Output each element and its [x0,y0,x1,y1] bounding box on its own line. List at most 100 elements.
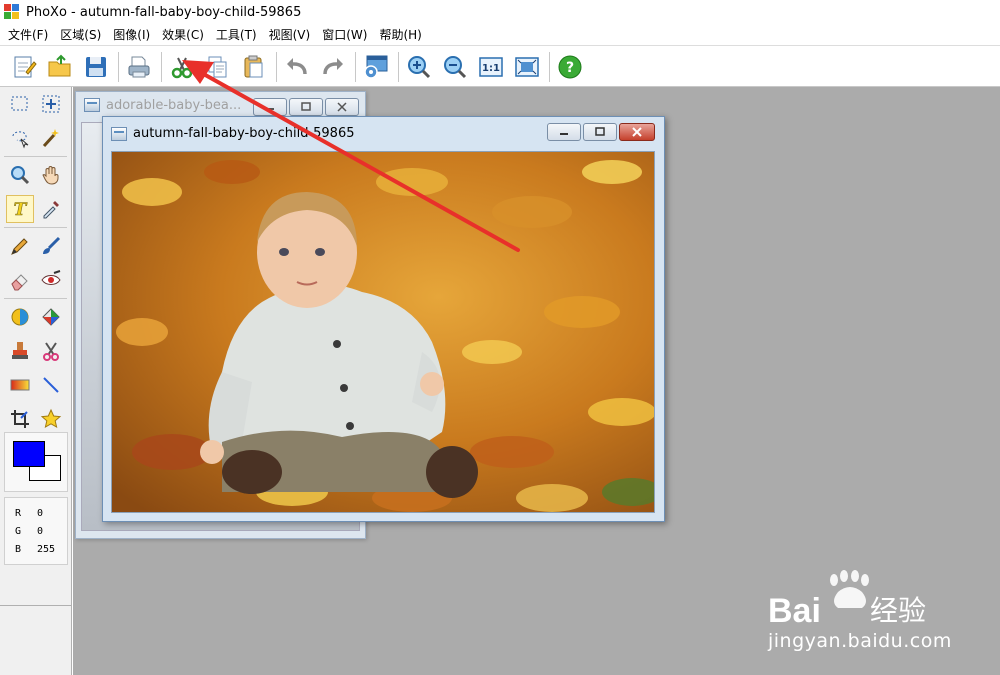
tool-row [0,263,71,297]
red-eye-tool[interactable] [37,266,65,294]
eraser-icon [11,274,28,291]
actual-size-label: 1:1 [482,63,500,74]
brush-icon [43,236,61,254]
menu-bar: 文件(F) 区域(S) 图像(I) 效果(C) 工具(T) 视图(V) 窗口(W… [0,24,1000,46]
zoom-out-icon [444,55,467,78]
rect-select-icon [11,96,28,111]
copy-button[interactable] [202,51,234,83]
menu-image[interactable]: 图像(I) [109,26,158,43]
maximize-button[interactable] [289,98,323,116]
gradient-tool[interactable] [6,371,34,399]
cut-button[interactable] [166,51,198,83]
red-eye-icon [41,270,61,285]
actual-size-icon: 1:1 [479,56,503,77]
redo-button[interactable] [317,51,349,83]
paste-icon [244,55,263,77]
help-button[interactable]: ? [554,51,586,83]
copy-icon [208,56,227,77]
zoom-in-icon [408,55,431,78]
lasso-select-tool[interactable] [6,124,34,152]
minimize-icon [266,108,274,110]
toolbox-divider [0,605,72,606]
rgb-value: 0 [37,507,44,519]
toolbar-separator [549,51,550,82]
text-tool-label: T [13,200,27,220]
maximize-icon [595,127,605,136]
window-titlebar[interactable]: autumn-fall-baby-boy-child-59865 [103,117,664,150]
text-tool[interactable]: T [5,195,34,223]
menu-file[interactable]: 文件(F) [4,26,56,43]
window-controls [251,98,359,116]
menu-effects[interactable]: 效果(C) [158,26,212,43]
menu-window[interactable]: 窗口(W) [318,26,375,43]
clone-stamp-tool[interactable] [6,337,34,365]
eyedropper-tool[interactable] [37,195,65,223]
foreground-color-swatch[interactable] [13,441,45,467]
color-fill-tool[interactable] [37,303,65,331]
menu-help[interactable]: 帮助(H) [375,26,429,43]
zoom-in-button[interactable] [403,51,435,83]
open-button[interactable] [44,51,76,83]
scissors-tool[interactable] [37,337,65,365]
rect-select-tool[interactable] [6,90,34,118]
maximize-icon [301,102,311,111]
tool-row [0,87,71,121]
magic-wand-icon [43,129,60,148]
new-document-button[interactable] [8,51,40,83]
image-canvas[interactable] [111,151,655,513]
gradient-icon [10,379,30,391]
fill-bucket-tool[interactable] [6,303,34,331]
crop-icon [10,410,29,428]
line-tool[interactable] [37,371,65,399]
maximize-button[interactable] [583,123,617,141]
rgb-value: 255 [37,543,56,555]
tool-row [0,300,71,334]
undo-button[interactable] [281,51,313,83]
app-titlebar: PhoXo - autumn-fall-baby-boy-child-59865 [0,0,1000,24]
hand-pan-tool[interactable] [37,161,65,189]
toolbox-panel: T R0 G0 B 255 [0,87,72,675]
image-window-icon [84,98,100,112]
minimize-button[interactable] [547,123,581,141]
magic-wand-tool[interactable] [37,124,65,152]
close-button[interactable] [619,123,655,141]
rgb-key: B [15,543,22,555]
help-icon: ? [558,55,582,78]
image-window-icon [111,126,127,141]
zoom-icon [10,166,29,185]
tool-row [0,229,71,263]
move-tool[interactable] [37,90,65,118]
star-shape-tool[interactable] [37,405,65,433]
actual-size-button[interactable]: 1:1 [475,51,507,83]
clone-stamp-icon [11,342,28,359]
menu-region[interactable]: 区域(S) [56,26,109,43]
crop-tool[interactable] [6,405,34,433]
move-icon [42,95,60,113]
window-titlebar[interactable]: adorable-baby-bea... [76,92,365,118]
pencil-icon [10,238,28,255]
menu-tools[interactable]: 工具(T) [212,26,265,43]
eraser-tool[interactable] [6,266,34,294]
print-button[interactable] [123,51,155,83]
pencil-tool[interactable] [6,232,34,260]
close-icon [632,127,642,137]
text-tool-icon: T [13,200,28,220]
screen-capture-button[interactable] [360,51,392,83]
zoom-out-button[interactable] [439,51,471,83]
fill-bucket-icon [11,308,29,326]
toolbox-separator [4,156,67,157]
scissors-icon [43,342,60,361]
star-shape-icon [41,408,62,428]
image-window-front[interactable]: autumn-fall-baby-boy-child-59865 [102,116,665,522]
toolbar-separator [355,51,356,82]
fit-window-button[interactable] [511,51,543,83]
baby-autumn-leaves-photo [112,152,654,512]
minimize-button[interactable] [253,98,287,116]
menu-view[interactable]: 视图(V) [265,26,319,43]
save-button[interactable] [80,51,112,83]
color-swatches [4,432,68,492]
zoom-tool[interactable] [6,161,34,189]
paste-button[interactable] [238,51,270,83]
close-button[interactable] [325,98,359,116]
brush-tool[interactable] [37,232,65,260]
